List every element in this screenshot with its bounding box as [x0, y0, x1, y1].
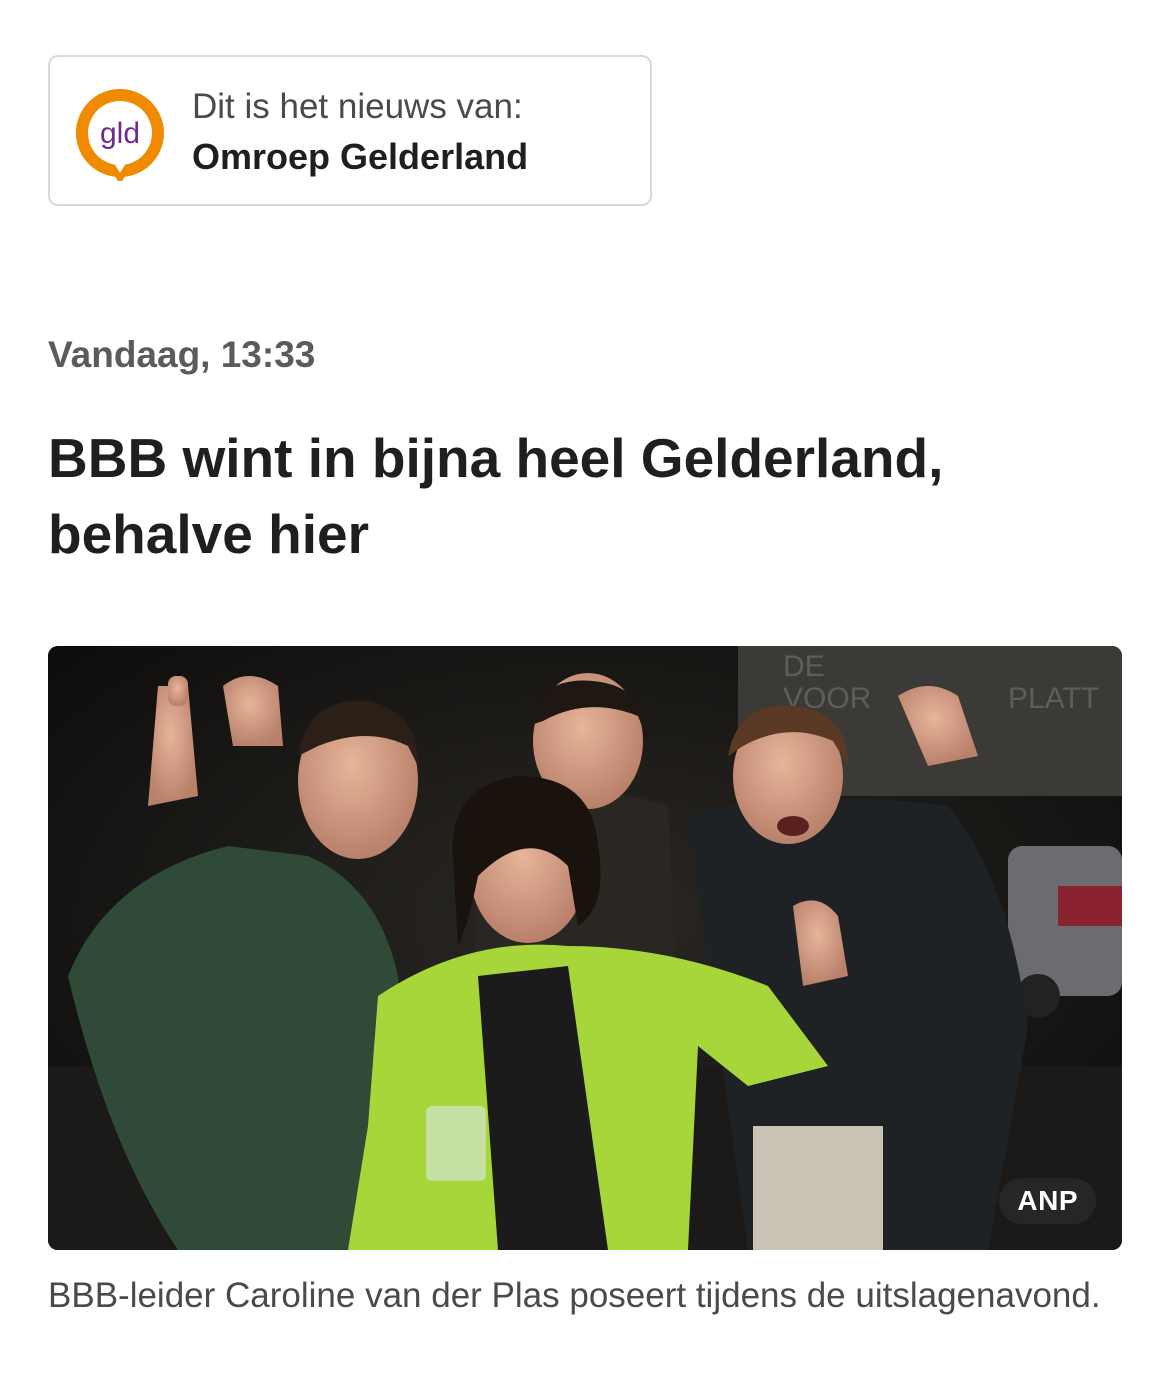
- article-headline: BBB wint in bijna heel Gelderland, behal…: [48, 427, 944, 565]
- source-label: Dit is het nieuws van:: [192, 87, 523, 126]
- logo-text: gld: [100, 117, 140, 150]
- omroep-gelderland-logo: gld: [72, 85, 168, 185]
- sign-text-3: PLATT: [1008, 682, 1099, 715]
- article-photo[interactable]: DE VOOR PLATT ANP: [48, 646, 1122, 1250]
- source-card[interactable]: gld Dit is het nieuws van: Omroep Gelder…: [48, 55, 652, 206]
- photo-credit-badge: ANP: [999, 1178, 1096, 1224]
- sign-text-1: DE: [783, 650, 825, 683]
- source-name: Omroep Gelderland: [192, 136, 529, 177]
- article-timestamp: Vandaag, 13:33: [48, 334, 316, 375]
- photo-illustration: DE VOOR PLATT: [48, 646, 1122, 1250]
- photo-caption: BBB-leider Caroline van der Plas poseert…: [48, 1276, 1101, 1315]
